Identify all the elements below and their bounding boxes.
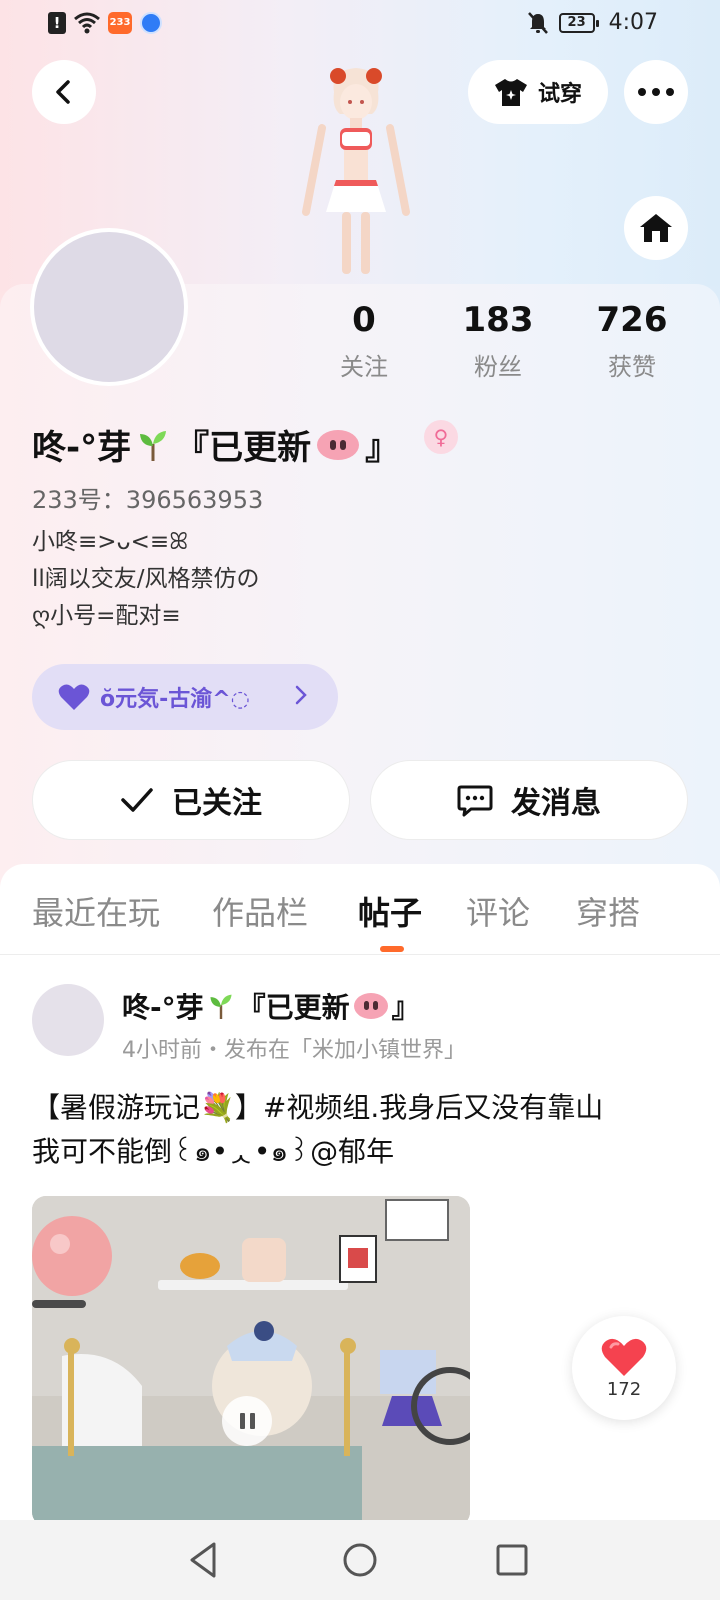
heart-icon bbox=[601, 1338, 647, 1376]
tabs-divider bbox=[0, 954, 720, 955]
like-button[interactable]: 172 bbox=[572, 1316, 676, 1420]
guild-chip[interactable]: ŏ元気-古渝^◌ bbox=[32, 664, 338, 730]
author-open: 『已更新 bbox=[237, 991, 350, 1024]
author-close: 』 bbox=[391, 991, 420, 1024]
stat-followers[interactable]: 183 粉丝 bbox=[438, 300, 558, 382]
home-icon bbox=[640, 214, 672, 242]
wifi-icon bbox=[74, 12, 100, 34]
profile-tabs: 最近在玩 作品栏 帖子 评论 穿搭 bbox=[0, 864, 720, 954]
home-button[interactable] bbox=[624, 196, 688, 260]
status-bar: ! 233 23 4:07 bbox=[0, 0, 720, 48]
bubble-icon bbox=[140, 12, 162, 34]
send-message-label: 发消息 bbox=[511, 786, 601, 821]
like-count: 172 bbox=[606, 1378, 642, 1400]
bio-line: ll阔以交友/风格禁仿の bbox=[32, 566, 260, 592]
tab-works[interactable]: 作品栏 bbox=[212, 888, 308, 934]
stat-label: 获赞 bbox=[608, 353, 656, 381]
stat-following[interactable]: 0 关注 bbox=[304, 300, 424, 382]
mute-icon bbox=[527, 11, 548, 34]
nav-recents-icon[interactable] bbox=[488, 1536, 536, 1584]
send-message-button[interactable]: 发消息 bbox=[370, 760, 688, 840]
guild-label: ŏ元気-古渝^◌ bbox=[100, 687, 250, 712]
profile-nickname: 咚-°芽 『已更新 』 bbox=[32, 420, 399, 469]
pig-nose-icon bbox=[353, 993, 388, 1019]
tshirt-icon bbox=[494, 79, 527, 106]
chevron-left-icon bbox=[56, 80, 70, 104]
post-author-avatar[interactable] bbox=[32, 984, 104, 1056]
sprout-icon bbox=[140, 430, 167, 461]
stat-value: 726 bbox=[596, 300, 668, 340]
try-on-button[interactable]: 试穿 bbox=[468, 60, 608, 124]
heart-icon bbox=[58, 684, 90, 710]
nav-back-icon[interactable] bbox=[182, 1536, 230, 1584]
back-button[interactable] bbox=[32, 60, 96, 124]
followed-button[interactable]: 已关注 bbox=[32, 760, 350, 840]
stat-likes[interactable]: 726 获赞 bbox=[572, 300, 692, 382]
profile-bio: 小咚≡>ᴗ<≡ꕤ ll阔以交友/风格禁仿の ღ小号=配对≡ bbox=[32, 524, 260, 635]
post-text-line: 【暑假游玩记💐】#视频组.我身后又没有靠山 bbox=[32, 1091, 604, 1124]
tab-comments[interactable]: 评论 bbox=[466, 888, 530, 934]
sprout-icon bbox=[210, 994, 232, 1019]
clock: 4:07 bbox=[608, 10, 658, 35]
female-gender-icon: ♀ bbox=[424, 420, 458, 454]
app-233-icon: 233 bbox=[108, 12, 132, 34]
post-author-name[interactable]: 咚-°芽 『已更新 』 bbox=[122, 986, 420, 1026]
tab-active-indicator bbox=[380, 946, 404, 952]
stat-label: 粉丝 bbox=[474, 353, 522, 381]
post-meta: 4小时前・发布在「米加小镇世界」 bbox=[122, 1038, 466, 1063]
pause-icon[interactable] bbox=[222, 1396, 272, 1446]
alert-icon: ! bbox=[48, 12, 66, 34]
stats-row: 0 关注 183 粉丝 726 获赞 bbox=[310, 300, 710, 390]
try-on-label: 试穿 bbox=[537, 82, 582, 107]
bio-line: 小咚≡>ᴗ<≡ꕤ bbox=[32, 529, 189, 555]
tab-recent-play[interactable]: 最近在玩 bbox=[32, 888, 160, 934]
nickname-suffix-close: 』 bbox=[365, 428, 400, 468]
tab-posts[interactable]: 帖子 bbox=[358, 888, 422, 934]
followed-label: 已关注 bbox=[172, 786, 262, 821]
user-id[interactable]: 233号：396563953 bbox=[32, 480, 263, 515]
stat-value: 0 bbox=[352, 300, 376, 340]
check-icon bbox=[121, 788, 153, 812]
more-icon bbox=[638, 88, 674, 96]
author-prefix: 咚-°芽 bbox=[122, 991, 204, 1024]
tab-outfits[interactable]: 穿搭 bbox=[576, 888, 640, 934]
chevron-right-icon bbox=[295, 685, 307, 705]
avatar[interactable] bbox=[34, 232, 184, 382]
pig-nose-icon bbox=[317, 429, 360, 460]
nickname-suffix-open: 『已更新 bbox=[175, 428, 312, 468]
nickname-prefix: 咚-°芽 bbox=[32, 428, 132, 468]
video-scene bbox=[32, 1196, 470, 1526]
stat-value: 183 bbox=[462, 300, 534, 340]
post-text[interactable]: 【暑假游玩记💐】#视频组.我身后又没有靠山 我可不能倒꒰๑•ᆺ•๑꒱@郁年 bbox=[32, 1086, 692, 1174]
nav-home-icon[interactable] bbox=[336, 1536, 384, 1584]
content-panel: 最近在玩 作品栏 帖子 评论 穿搭 咚-°芽 『已更新 』 4小时前・发布在「米… bbox=[0, 864, 720, 1600]
post-video[interactable] bbox=[32, 1196, 470, 1526]
more-button[interactable] bbox=[624, 60, 688, 124]
stat-label: 关注 bbox=[340, 353, 388, 381]
bio-line: ღ小号=配对≡ bbox=[32, 603, 181, 629]
system-nav-bar bbox=[0, 1520, 720, 1600]
battery-icon: 23 bbox=[558, 12, 599, 33]
post-text-line: 我可不能倒꒰๑•ᆺ•๑꒱@郁年 bbox=[32, 1135, 395, 1168]
avatar-character bbox=[302, 68, 410, 274]
chat-bubble-icon bbox=[457, 785, 493, 817]
